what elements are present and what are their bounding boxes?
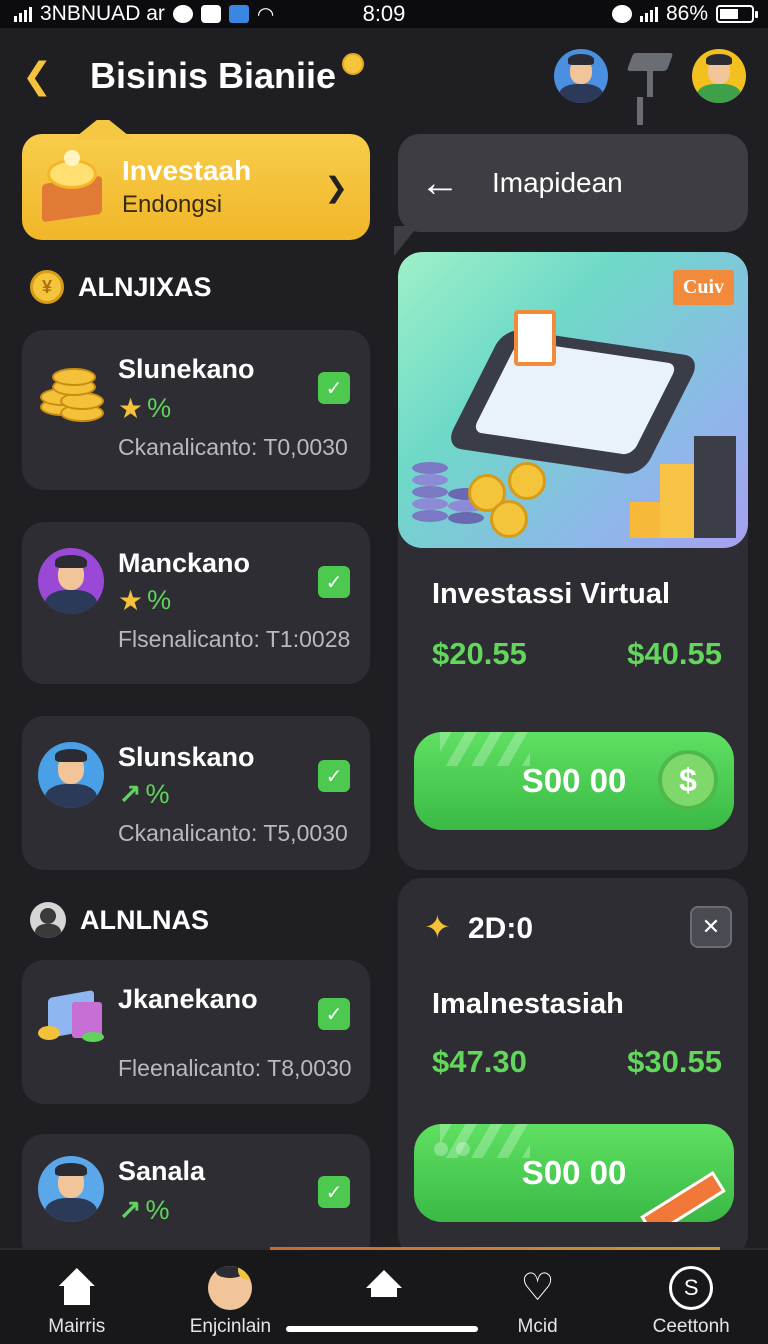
item-name: Slunskano xyxy=(118,742,255,772)
list-item[interactable]: Slunekano ★% Ckanalicanto: T0,0030 ✓ xyxy=(22,330,370,490)
section-title: ALNJIXAS xyxy=(78,271,212,302)
home-indicator[interactable] xyxy=(286,1326,478,1332)
investment-card: Cuiv Investassi Virtual $20.55 $40.55 S0… xyxy=(398,252,748,870)
illustration-badge: Cuiv xyxy=(672,270,734,305)
item-name: Slunekano xyxy=(118,354,255,384)
item-rate: ★% xyxy=(118,393,172,424)
building-icon xyxy=(38,982,106,1050)
list-item[interactable]: Sanala ↗% ✓ xyxy=(22,1134,370,1264)
app-icon xyxy=(200,5,221,23)
nav-item-chat[interactable]: S Ceettonh xyxy=(614,1250,768,1344)
chevron-right-icon: ❯ xyxy=(324,171,348,203)
investment-title: Investassi Virtual xyxy=(432,578,671,610)
coins-stack-icon xyxy=(38,356,106,424)
signal-strength-icon xyxy=(639,6,658,22)
sparkle-icon: ✦ xyxy=(424,909,451,945)
item-meta: Ckanalicanto: T5,0030 xyxy=(118,820,348,846)
promo-title: Investaah xyxy=(122,155,252,186)
list-item[interactable]: Manckano ★% Flsenalicanto: T1:0028 ✓ xyxy=(22,522,370,684)
header: ❮ Bisinis Bianiie xyxy=(0,28,768,124)
home-icon xyxy=(55,1266,99,1310)
nav-item-home[interactable]: Mairris xyxy=(0,1250,154,1344)
section-header: ALNLNAS xyxy=(30,902,209,938)
item-rate: ↗% xyxy=(118,779,170,810)
nav-item-favorites[interactable]: ♡ Mcid xyxy=(461,1250,615,1344)
person-avatar xyxy=(38,1156,104,1222)
nav-item-label: Enjcinlain xyxy=(189,1316,272,1337)
item-name: Manckano xyxy=(118,548,251,578)
notification-icon xyxy=(172,5,193,23)
checkbox[interactable]: ✓ xyxy=(318,998,350,1030)
kiosk-icon[interactable] xyxy=(630,49,670,103)
nav-item-label: Mcid xyxy=(517,1316,558,1337)
offer-title: Imalnestasiah xyxy=(432,988,624,1020)
image-icon xyxy=(228,5,249,23)
offer-card: ✦ 2D:0 ✕ Imalnestasiah $47.30 $30.55 S00… xyxy=(398,878,748,1258)
list-item[interactable]: Slunskano ↗% Ckanalicanto: T5,0030 ✓ xyxy=(22,716,370,870)
item-rate: ↗% xyxy=(118,1195,170,1226)
nav-card-label: Imapidean xyxy=(492,167,623,198)
trend-arrow-icon: ↗ xyxy=(118,779,142,810)
trend-arrow-icon: ↗ xyxy=(118,1195,142,1226)
page-title: Bisinis Bianiie xyxy=(90,55,337,96)
dollar-coin-icon: $ xyxy=(658,750,718,810)
star-icon: ★ xyxy=(118,585,144,616)
left-arrow-icon: ← xyxy=(420,160,460,205)
item-meta: Ckanalicanto: T0,0030 xyxy=(118,434,348,460)
carrier-label: 3NBNUAD ar xyxy=(40,2,165,25)
person-icon xyxy=(30,902,66,938)
checkbox[interactable]: ✓ xyxy=(318,566,350,598)
promo-card[interactable]: Investaah Endongsi ❯ xyxy=(22,134,370,240)
offer-button[interactable]: S00 00 xyxy=(414,1124,734,1222)
dots-icon xyxy=(434,1142,470,1156)
coin-icon: ¥ xyxy=(30,270,64,304)
wifi-icon: ◠ xyxy=(256,3,275,26)
item-name: Jkanekano xyxy=(118,984,258,1014)
nav-item-profile[interactable]: Enjcinlain xyxy=(154,1250,308,1344)
section-title: ALNLNAS xyxy=(80,904,209,935)
nav-item-label: Mairris xyxy=(48,1316,106,1337)
investment-illustration: Cuiv xyxy=(398,252,748,548)
section-header: ¥ ALNJIXAS xyxy=(30,270,212,304)
close-button[interactable]: ✕ xyxy=(690,906,732,948)
promo-subtitle: Endongsi xyxy=(122,191,223,218)
friend-avatar[interactable] xyxy=(692,49,746,103)
offer-label: 2D:0 xyxy=(468,912,534,945)
back-nav-card[interactable]: ← Imapidean xyxy=(398,134,748,232)
status-bar: 3NBNUAD ar ◠ 8:09 86% xyxy=(0,0,768,28)
item-rate: ★% xyxy=(118,585,172,616)
chat-icon: S xyxy=(669,1266,714,1310)
star-icon: ★ xyxy=(118,393,144,424)
coin-badge-icon xyxy=(342,53,365,75)
trend-up-icon xyxy=(648,1156,734,1222)
item-meta: Fleenalicanto: T8,0030 xyxy=(118,1055,352,1081)
back-button[interactable]: ❮ xyxy=(22,55,62,97)
list-item[interactable]: Jkanekano Fleenalicanto: T8,0030 ✓ xyxy=(22,960,370,1104)
invest-button[interactable]: S00 00 $ xyxy=(414,732,734,830)
invest-button-label: S00 00 xyxy=(521,762,627,799)
alarm-icon xyxy=(611,5,632,23)
nav-item-label: Ceettonh xyxy=(652,1316,730,1337)
offer-value-right: $30.55 xyxy=(627,1044,722,1079)
item-meta: Flsenalicanto: T1:0028 xyxy=(118,626,351,652)
battery-percent: 86% xyxy=(665,2,708,25)
checkbox[interactable]: ✓ xyxy=(318,760,350,792)
checkbox[interactable]: ✓ xyxy=(318,1176,350,1208)
signal-icon xyxy=(14,6,32,22)
user-avatar[interactable] xyxy=(554,49,608,103)
person-avatar xyxy=(38,548,104,614)
checkbox[interactable]: ✓ xyxy=(318,372,350,404)
heart-icon: ♡ xyxy=(520,1267,555,1309)
investment-value-left: $20.55 xyxy=(432,636,527,671)
investment-value-right: $40.55 xyxy=(627,636,722,671)
treasure-box-icon xyxy=(36,150,114,224)
person-avatar xyxy=(38,742,104,808)
document-icon xyxy=(514,310,556,366)
offer-button-label: S00 00 xyxy=(521,1154,627,1191)
profile-icon xyxy=(208,1266,253,1310)
offer-value-left: $47.30 xyxy=(432,1044,527,1079)
home-outline-icon xyxy=(362,1268,406,1312)
item-name: Sanala xyxy=(118,1156,206,1186)
battery-icon xyxy=(716,5,758,23)
